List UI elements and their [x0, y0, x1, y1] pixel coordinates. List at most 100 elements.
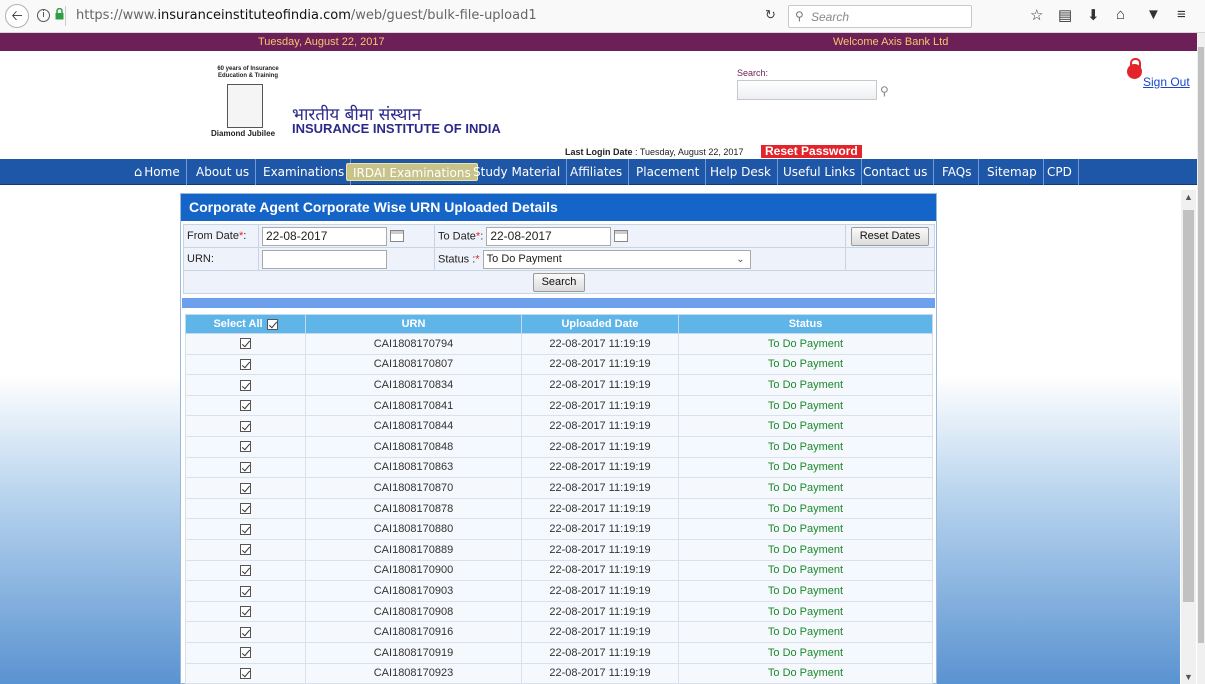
status-cell: To Do Payment	[678, 580, 933, 602]
uploaded-date-cell: 22-08-2017 11:19:19	[521, 394, 679, 417]
page-scrollbar-thumb[interactable]	[1198, 47, 1204, 643]
table-row: CAI1808170863 22-08-2017 11:19:19 To Do Pa…	[185, 456, 933, 479]
uploaded-date-cell: 22-08-2017 11:19:19	[521, 497, 679, 520]
row-checkbox[interactable]	[240, 503, 251, 515]
urn-input[interactable]	[262, 249, 387, 269]
row-checkbox[interactable]	[240, 400, 251, 412]
urn-cell: CAI1808170923	[305, 662, 522, 684]
row-select-cell	[185, 518, 306, 540]
reset-dates-button[interactable]: Reset Dates	[850, 226, 930, 246]
to-date-cell: To Date*: 22-08-2017	[434, 224, 846, 248]
row-checkbox[interactable]	[240, 379, 251, 391]
to-date-input[interactable]: 22-08-2017	[486, 226, 612, 246]
table-row: CAI1808170919 22-08-2017 11:19:19 To Do Pa…	[185, 641, 933, 664]
calendar-icon[interactable]	[390, 230, 404, 242]
panel-title: Corporate Agent Corporate Wise URN Uploa…	[181, 194, 936, 221]
site-search-input[interactable]	[737, 80, 877, 100]
nav-sitemap[interactable]: Sitemap	[981, 159, 1044, 185]
uploaded-date-cell: 22-08-2017 11:19:19	[521, 662, 679, 684]
row-select-cell	[185, 559, 306, 582]
bookmark-star-icon[interactable]: ☆	[1030, 6, 1043, 24]
nav-study-material[interactable]: Study Material	[467, 159, 568, 185]
sign-out-link[interactable]: Sign Out	[1143, 75, 1190, 89]
nav-irdai-examinations[interactable]: IRDAI Examinations	[346, 163, 478, 181]
home-browser-icon[interactable]: ⌂	[1116, 6, 1125, 23]
row-checkbox[interactable]	[240, 338, 251, 350]
nav-home[interactable]: ⌂ Home	[128, 159, 187, 185]
menu-icon[interactable]: ≡	[1177, 6, 1186, 23]
row-checkbox[interactable]	[240, 441, 251, 453]
urn-cell: CAI1808170863	[305, 456, 522, 479]
row-select-cell	[185, 477, 306, 499]
row-checkbox[interactable]	[240, 461, 251, 473]
status-cell: To Do Payment	[678, 477, 933, 499]
sign-out-lock-icon[interactable]	[1127, 58, 1142, 79]
back-arrow-icon[interactable]: 🡠	[5, 4, 29, 28]
row-select-cell	[185, 580, 306, 602]
row-checkbox[interactable]	[240, 667, 251, 679]
status-cell: To Do Payment	[678, 333, 933, 355]
scrollbar-thumb[interactable]	[1183, 210, 1194, 602]
row-checkbox[interactable]	[240, 544, 251, 556]
row-checkbox[interactable]	[240, 420, 251, 432]
select-all-checkbox[interactable]	[266, 318, 278, 330]
table-row: CAI1808170878 22-08-2017 11:19:19 To Do Pa…	[185, 497, 933, 520]
row-checkbox[interactable]	[240, 358, 251, 370]
uploaded-date-cell: 22-08-2017 11:19:19	[521, 415, 679, 437]
address-bar[interactable]: https://www.insuranceinstituteofindia.co…	[76, 8, 537, 23]
status-cell: To Do Payment	[678, 621, 933, 643]
nav-affiliates[interactable]: Affiliates	[564, 159, 630, 185]
from-date-input[interactable]: 22-08-2017	[262, 226, 387, 246]
nav-cpd[interactable]: CPD	[1041, 159, 1079, 185]
select-all-header: Select All	[185, 314, 306, 334]
status-cell: Status :* To Do Payment ⌄	[434, 247, 846, 271]
row-checkbox[interactable]	[240, 585, 251, 597]
reading-list-icon[interactable]: ▤	[1058, 6, 1072, 24]
content-scrollbar[interactable]: ▲ ▼	[1181, 190, 1196, 684]
page-scrollbar[interactable]	[1197, 33, 1205, 684]
uploaded-date-cell: 22-08-2017 11:19:19	[521, 538, 679, 561]
row-checkbox[interactable]	[240, 606, 251, 618]
nav-about-us[interactable]: About us	[190, 159, 257, 185]
row-select-cell	[185, 353, 306, 376]
urn-cell: CAI1808170900	[305, 559, 522, 582]
urn-cell: CAI1808170908	[305, 600, 522, 623]
pocket-icon[interactable]: ▼	[1146, 6, 1161, 23]
logo-jubilee-text: Diamond Jubilee	[211, 129, 276, 138]
uploaded-date-cell: 22-08-2017 11:19:19	[521, 477, 679, 499]
info-icon[interactable]: i	[37, 9, 50, 22]
row-checkbox[interactable]	[240, 564, 251, 576]
nav-useful-links[interactable]: Useful Links	[777, 159, 863, 185]
nav-examinations[interactable]: Examinations	[257, 159, 352, 185]
status-select[interactable]: To Do Payment ⌄	[482, 249, 751, 269]
row-select-cell	[185, 600, 306, 623]
nav-help-desk[interactable]: Help Desk	[704, 159, 778, 185]
table-row: CAI1808170916 22-08-2017 11:19:19 To Do Pa…	[185, 621, 933, 643]
iii-logo[interactable]: 60 years of Insurance Education & Traini…	[207, 66, 287, 148]
calendar-icon[interactable]	[614, 230, 629, 242]
from-date-label-cell: From Date*:	[183, 224, 259, 248]
reset-dates-cell: Reset Dates	[845, 224, 935, 248]
nav-contact-us[interactable]: Contact us	[857, 159, 935, 185]
row-checkbox[interactable]	[240, 482, 251, 494]
table-row: CAI1808170880 22-08-2017 11:19:19 To Do Pa…	[185, 518, 933, 540]
status-cell: To Do Payment	[678, 415, 933, 437]
search-icon[interactable]: ⚲	[880, 84, 889, 98]
row-checkbox[interactable]	[240, 647, 251, 659]
row-checkbox[interactable]	[240, 523, 251, 535]
browser-search-box[interactable]: ⚲ Search	[788, 5, 972, 28]
urn-cell: CAI1808170807	[305, 353, 522, 376]
row-checkbox[interactable]	[240, 626, 251, 638]
table-row: CAI1808170841 22-08-2017 11:19:19 To Do Pa…	[185, 394, 933, 417]
nav-placement[interactable]: Placement	[630, 159, 707, 185]
status-cell: To Do Payment	[678, 394, 933, 417]
search-button[interactable]: Search	[532, 272, 586, 292]
scroll-up-icon[interactable]: ▲	[1184, 192, 1193, 202]
table-row: CAI1808170900 22-08-2017 11:19:19 To Do Pa…	[185, 559, 933, 582]
status-cell: To Do Payment	[678, 353, 933, 376]
nav-faqs[interactable]: FAQs	[936, 159, 979, 185]
download-icon[interactable]: ⬇	[1087, 6, 1100, 24]
reset-password-button[interactable]: Reset Password	[761, 145, 862, 158]
scroll-down-icon[interactable]: ▼	[1184, 672, 1193, 682]
reload-icon[interactable]: ↻	[765, 7, 776, 23]
